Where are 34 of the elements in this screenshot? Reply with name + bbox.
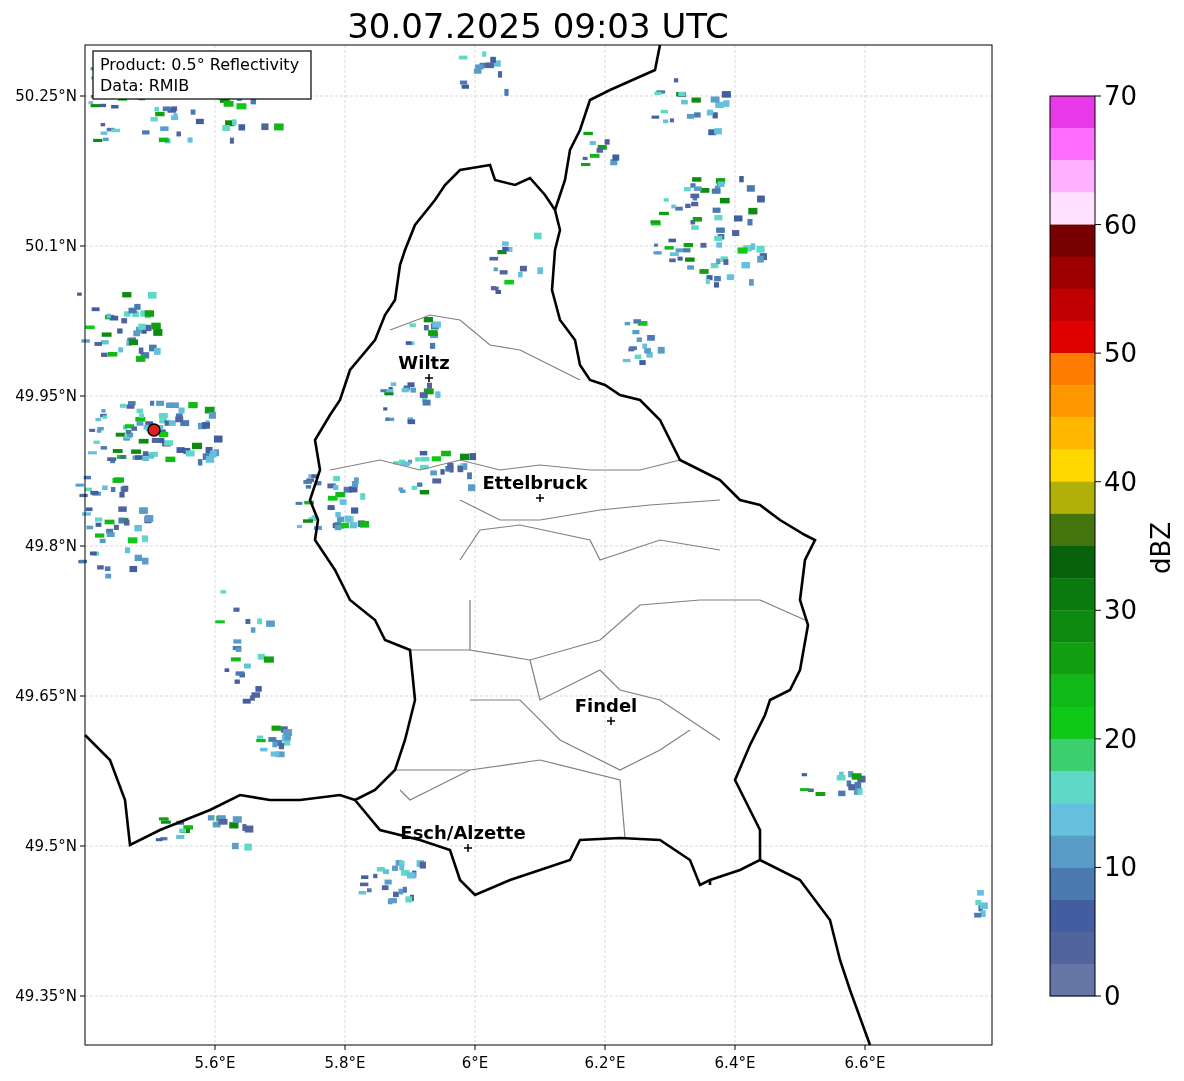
colorbar-tick-label: 30	[1104, 595, 1138, 626]
chart-title: 30.07.2025 09:03 UTC	[347, 6, 729, 46]
y-tick-label: 49.5°N	[24, 837, 77, 855]
y-tick-label: 49.95°N	[15, 387, 77, 405]
info-text: Product: 0.5° Reflectivity	[100, 55, 300, 74]
city-label: Esch/Alzette	[400, 822, 526, 843]
city-label: Wiltz	[398, 352, 450, 373]
colorbar-tick-label: 40	[1104, 466, 1138, 497]
x-tick-label: 6.6°E	[844, 1054, 886, 1072]
y-tick-label: 50.25°N	[15, 87, 77, 105]
x-tick-label: 5.8°E	[324, 1054, 366, 1072]
radar-site-icon	[147, 423, 161, 437]
colorbar-tick-label: 0	[1104, 981, 1121, 1011]
y-tick-label: 49.35°N	[15, 987, 77, 1005]
y-tick-label: 49.8°N	[24, 537, 77, 555]
x-tick-label: 6.2°E	[584, 1054, 626, 1072]
colorbar-tick-label: 10	[1104, 852, 1138, 883]
colorbar-tick-label: 20	[1104, 723, 1138, 754]
y-tick-label: 50.1°N	[24, 237, 77, 255]
x-tick-label: 6°E	[461, 1054, 489, 1072]
colorbar-tick-label: 50	[1104, 338, 1138, 369]
city-label: Findel	[574, 695, 638, 716]
city-marker-icon	[535, 493, 545, 503]
city-marker-icon	[606, 716, 616, 726]
city-marker-icon	[463, 843, 473, 853]
x-tick-label: 6.4°E	[714, 1054, 756, 1072]
y-tick-label: 49.65°N	[15, 687, 77, 705]
colorbar-label: dBZ	[1146, 521, 1176, 575]
city-marker-icon	[424, 373, 434, 383]
colorbar-tick-label: 60	[1104, 209, 1138, 240]
city-label: Ettelbruck	[482, 472, 588, 493]
colorbar-tick-label: 70	[1104, 81, 1138, 111]
info-text: Data: RMIB	[100, 76, 190, 95]
x-tick-label: 5.6°E	[194, 1054, 236, 1072]
